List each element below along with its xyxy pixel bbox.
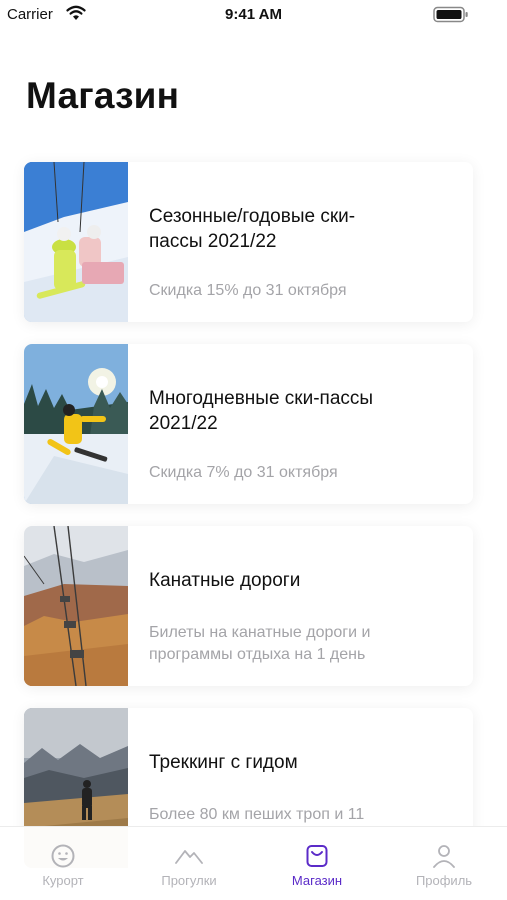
product-card-multiday-skipass[interactable]: Многодневные ски-пассы 2021/22 Скидка 7%… [24,344,473,504]
card-title: Канатные дороги [149,570,301,591]
status-bar: Carrier 9:41 AM [0,0,507,30]
tab-walks[interactable]: Прогулки [126,827,252,900]
product-card-cable-cars[interactable]: Канатные дороги Билеты на канатные дорог… [24,526,473,686]
card-subtitle: Более 80 км пеших троп и 11 [149,806,365,823]
tab-label: Профиль [415,873,473,888]
tab-label: Магазин [291,873,343,888]
card-title: Многодневные ски-пассы 2021/22 [149,388,374,434]
smiley-icon [51,844,75,868]
clock: 9:41 AM [225,6,282,23]
product-card-season-skipass[interactable]: Сезонные/годовые ски- пассы 2021/22 Скид… [24,162,473,322]
tab-bar: Курорт Прогулки Магазин Профиль [0,826,507,900]
card-subtitle: Билеты на канатные дороги и программы от… [149,624,371,663]
tab-label: Прогулки [161,873,217,888]
shopping-bag-icon [306,845,328,867]
card-title: Треккинг с гидом [149,752,298,773]
card-image-snowboarder [24,344,128,504]
card-subtitle: Скидка 15% до 31 октября [149,282,347,299]
mountain-icon [175,850,203,864]
tab-resort[interactable]: Курорт [0,827,126,900]
card-image-skiers [24,162,128,322]
card-subtitle: Скидка 7% до 31 октября [149,464,338,481]
tab-shop[interactable]: Магазин [254,827,380,900]
tab-label: Курорт [42,873,84,888]
tab-profile[interactable]: Профиль [381,827,507,900]
battery-icon [433,6,468,23]
card-image-cable-car [24,526,128,686]
page-title: Магазин [26,75,180,116]
card-title: Сезонные/годовые ски- пассы 2021/22 [149,206,356,252]
person-icon [433,845,455,868]
